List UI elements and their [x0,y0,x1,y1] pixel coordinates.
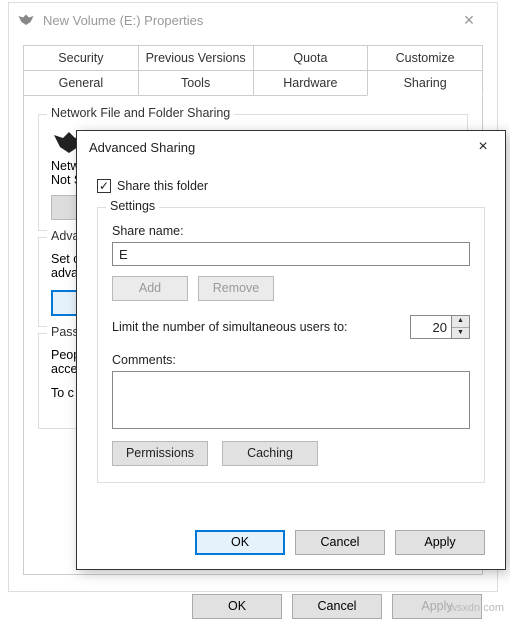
share-folder-label: Share this folder [117,179,208,193]
share-name-label: Share name: [112,224,470,238]
tab-security[interactable]: Security [23,45,139,71]
settings-group: Settings Share name: E Add Remove Limit … [97,207,485,483]
permissions-button[interactable]: Permissions [112,441,208,466]
permissions-caching-row: Permissions Caching [112,441,470,466]
add-remove-row: Add Remove [112,276,470,301]
properties-title: New Volume (E:) Properties [43,13,449,28]
spinner-buttons: ▲ ▼ [452,315,470,339]
tab-hardware[interactable]: Hardware [253,71,369,96]
comments-input[interactable] [112,371,470,429]
close-icon[interactable]: × [449,10,489,31]
limit-row: Limit the number of simultaneous users t… [112,315,470,339]
share-folder-checkbox-row[interactable]: ✓ Share this folder [97,179,485,193]
add-button[interactable]: Add [112,276,188,301]
advanced-title: Advanced Sharing [89,140,461,155]
share-name-value: E [119,247,128,262]
cancel-button[interactable]: Cancel [292,594,382,619]
comments-label: Comments: [112,353,470,367]
checkbox-checked-icon[interactable]: ✓ [97,179,111,193]
advanced-dialog-buttons: OK Cancel Apply [195,530,485,555]
share-name-input[interactable]: E [112,242,470,266]
properties-titlebar: New Volume (E:) Properties × [9,3,497,37]
properties-buttons: OK Cancel Apply [192,594,482,619]
limit-spinner[interactable]: 20 ▲ ▼ [410,315,470,339]
apply-button[interactable]: Apply [395,530,485,555]
advanced-sharing-dialog: Advanced Sharing × ✓ Share this folder S… [76,130,506,570]
watermark: wsxdn.com [449,602,504,614]
cancel-button[interactable]: Cancel [295,530,385,555]
tab-tools[interactable]: Tools [138,71,254,96]
ok-button[interactable]: OK [192,594,282,619]
tab-quota[interactable]: Quota [253,45,369,71]
advanced-body: ✓ Share this folder Settings Share name:… [77,163,505,493]
caching-button[interactable]: Caching [222,441,318,466]
limit-label: Limit the number of simultaneous users t… [112,320,400,334]
limit-value: 20 [433,320,447,335]
spin-down-icon[interactable]: ▼ [452,328,469,339]
advanced-titlebar: Advanced Sharing × [77,131,505,163]
close-icon[interactable]: × [461,131,505,163]
remove-button[interactable]: Remove [198,276,274,301]
bat-icon [17,13,35,27]
ok-button[interactable]: OK [195,530,285,555]
settings-legend: Settings [106,199,159,213]
tab-sharing[interactable]: Sharing [367,71,483,96]
spin-up-icon[interactable]: ▲ [452,316,469,328]
tab-previous-versions[interactable]: Previous Versions [138,45,254,71]
limit-input[interactable]: 20 [410,315,452,339]
tab-customize[interactable]: Customize [367,45,483,71]
tab-general[interactable]: General [23,71,139,96]
group-legend: Network File and Folder Sharing [47,106,234,120]
